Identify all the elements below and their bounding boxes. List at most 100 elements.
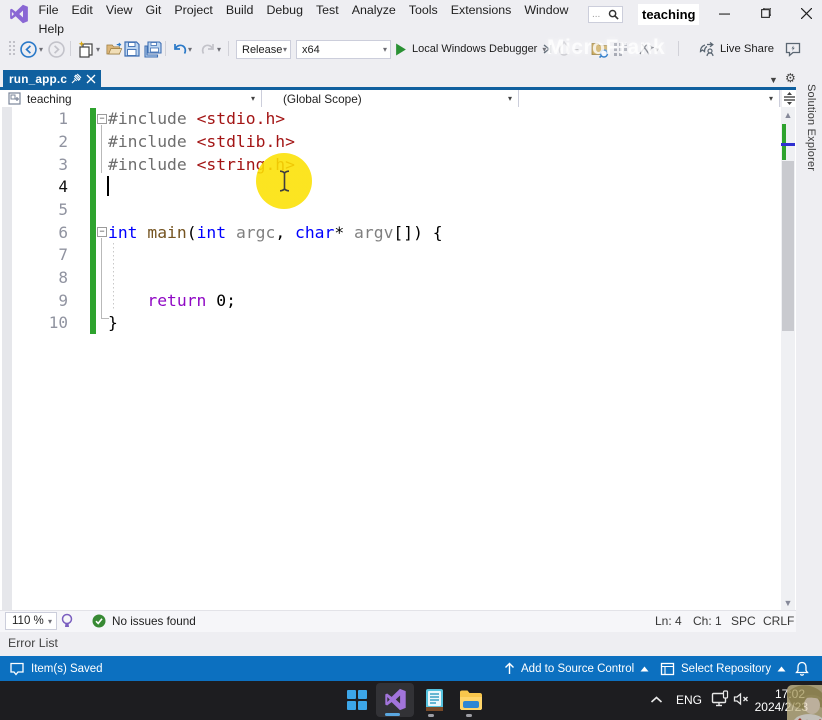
restore-button[interactable] [752, 2, 778, 24]
notifications-bell-button[interactable] [795, 656, 809, 681]
toolbar-grip[interactable] [8, 40, 16, 56]
code-editor[interactable] [0, 107, 796, 610]
search-placeholder: ... [592, 8, 601, 20]
solution-explorer-tab[interactable]: Solution Explorer [801, 84, 817, 194]
send-feedback-button[interactable] [785, 36, 801, 62]
code-line-2[interactable]: #include <stdlib.h> [108, 130, 295, 153]
run-icon [396, 43, 406, 55]
scrollbar-up-arrow[interactable]: ▲ [781, 110, 795, 120]
save-button[interactable] [124, 36, 140, 62]
status-line-number[interactable]: Ln: 4 [655, 610, 682, 632]
code-line-10[interactable]: } [108, 311, 118, 334]
menu-tools[interactable]: Tools [402, 0, 444, 19]
notepad-taskbar-icon[interactable] [421, 687, 447, 713]
menu-file[interactable]: File [32, 0, 65, 19]
redo-dropdown[interactable]: ▾ [217, 36, 221, 62]
error-list-tab[interactable]: Error List [8, 636, 58, 650]
status-spaces[interactable]: SPC [731, 610, 756, 632]
check-icon [92, 614, 106, 628]
status-line-ending[interactable]: CRLF [763, 610, 794, 632]
scrollbar-change-mark [782, 124, 786, 160]
menu-extensions[interactable]: Extensions [444, 0, 518, 19]
new-item-dropdown[interactable]: ▾ [96, 36, 100, 62]
start-debugging-button[interactable]: Local Windows Debugger ▾ [395, 38, 546, 60]
menu-git[interactable]: Git [139, 0, 168, 19]
minimize-button[interactable] [711, 2, 737, 24]
tab-run-app-c[interactable]: run_app.c [3, 70, 102, 87]
save-all-button[interactable] [144, 36, 162, 62]
menu-window[interactable]: Window [518, 0, 575, 19]
navigation-bar: teaching ▾ (Global Scope) ▾ ▾ [0, 90, 780, 107]
indent-guide [113, 243, 114, 311]
member-dropdown[interactable]: ▾ [519, 90, 780, 107]
line-number-10: 10 [48, 313, 68, 333]
navigate-back-dropdown[interactable]: ▾ [39, 36, 43, 62]
change-tracking-bar [90, 108, 96, 334]
redo-button[interactable] [199, 36, 217, 62]
gear-icon[interactable]: ⚙ [785, 71, 796, 85]
navigate-forward-button[interactable] [48, 36, 65, 62]
tray-chevron-up-icon[interactable] [650, 692, 663, 710]
scrollbar-down-arrow[interactable]: ▼ [781, 598, 795, 608]
tab-label: run_app.c [9, 71, 68, 86]
visual-studio-taskbar-tile[interactable] [376, 683, 414, 717]
scrollbar-caret-mark [781, 143, 795, 146]
volume-muted-icon[interactable] [733, 691, 750, 712]
bottom-panel-row [0, 632, 822, 656]
pin-icon[interactable] [71, 73, 82, 84]
health-indicator[interactable]: No issues found [92, 610, 196, 632]
status-message: Item(s) Saved [9, 656, 103, 681]
zoom-level-combo[interactable]: 110 % ▾ [5, 612, 57, 630]
ibeam-cursor [279, 170, 290, 192]
search-box[interactable]: ... [588, 6, 623, 23]
code-line-6[interactable]: int main(int argc, char* argv[]) { [108, 221, 443, 244]
undo-button[interactable] [171, 36, 189, 62]
menu-build[interactable]: Build [219, 0, 260, 19]
line-number-6: 6 [58, 222, 68, 242]
vs-active-indicator [385, 713, 400, 716]
fold-toggle-line1[interactable]: − [97, 114, 107, 124]
menu-test[interactable]: Test [309, 0, 345, 19]
menu-debug[interactable]: Debug [260, 0, 310, 19]
close-tab-icon[interactable] [86, 74, 96, 84]
outline-end-tick [102, 318, 109, 319]
tab-list-dropdown[interactable]: ▼ [769, 75, 778, 85]
add-to-source-control-button[interactable]: Add to Source Control [504, 656, 649, 681]
repository-icon [660, 662, 675, 675]
search-icon [608, 9, 619, 20]
start-button[interactable] [344, 687, 370, 713]
solution-platform-combo[interactable]: x64 ▾ [296, 40, 391, 59]
open-file-button[interactable] [106, 36, 123, 62]
document-health-icon[interactable] [60, 613, 75, 629]
scope-dropdown[interactable]: (Global Scope) ▾ [262, 90, 519, 107]
upload-icon [505, 662, 514, 674]
close-button[interactable] [793, 2, 819, 24]
split-editor-handle[interactable] [782, 90, 796, 107]
status-column[interactable]: Ch: 1 [693, 610, 722, 632]
scrollbar-thumb[interactable] [782, 161, 794, 331]
live-share-icon [699, 41, 714, 56]
network-display-icon[interactable] [711, 690, 729, 713]
navigate-back-button[interactable] [20, 36, 37, 62]
project-dropdown[interactable]: teaching ▾ [0, 90, 262, 107]
file-explorer-taskbar-icon[interactable] [458, 687, 484, 713]
live-share-button[interactable]: Live Share [699, 36, 774, 62]
line-number-8: 8 [58, 267, 68, 287]
visual-studio-taskbar-icon [385, 688, 406, 711]
menu-view[interactable]: View [99, 0, 139, 19]
select-repository-button[interactable]: Select Repository [660, 656, 786, 681]
menu-analyze[interactable]: Analyze [345, 0, 402, 19]
fold-toggle-line6[interactable]: − [97, 227, 107, 237]
solution-configuration-combo[interactable]: Release ▾ [236, 40, 291, 59]
language-indicator[interactable]: ENG [676, 693, 702, 707]
line-number-3: 3 [58, 154, 68, 174]
line-number-7: 7 [58, 245, 68, 265]
undo-dropdown[interactable]: ▾ [188, 36, 192, 62]
new-item-button[interactable] [77, 36, 95, 62]
menu-project[interactable]: Project [168, 0, 220, 19]
menu-edit[interactable]: Edit [65, 0, 99, 19]
window-title: teaching [638, 4, 700, 25]
code-line-1[interactable]: #include <stdio.h> [108, 107, 285, 130]
code-line-9[interactable]: return 0; [108, 289, 236, 312]
explorer-running-indicator [466, 714, 472, 717]
